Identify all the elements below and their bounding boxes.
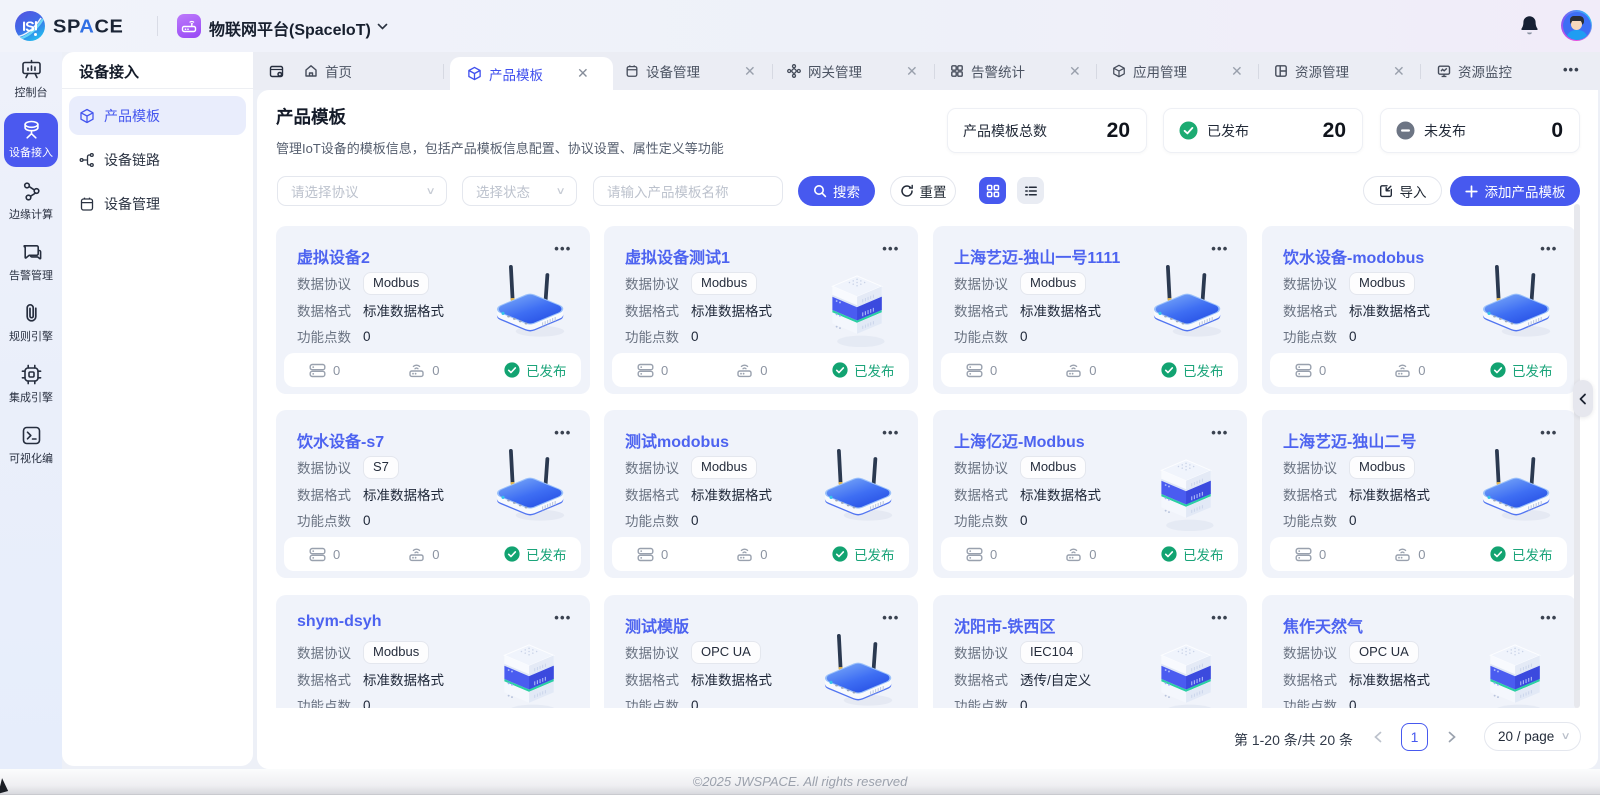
svg-text:S: S <box>25 20 35 36</box>
